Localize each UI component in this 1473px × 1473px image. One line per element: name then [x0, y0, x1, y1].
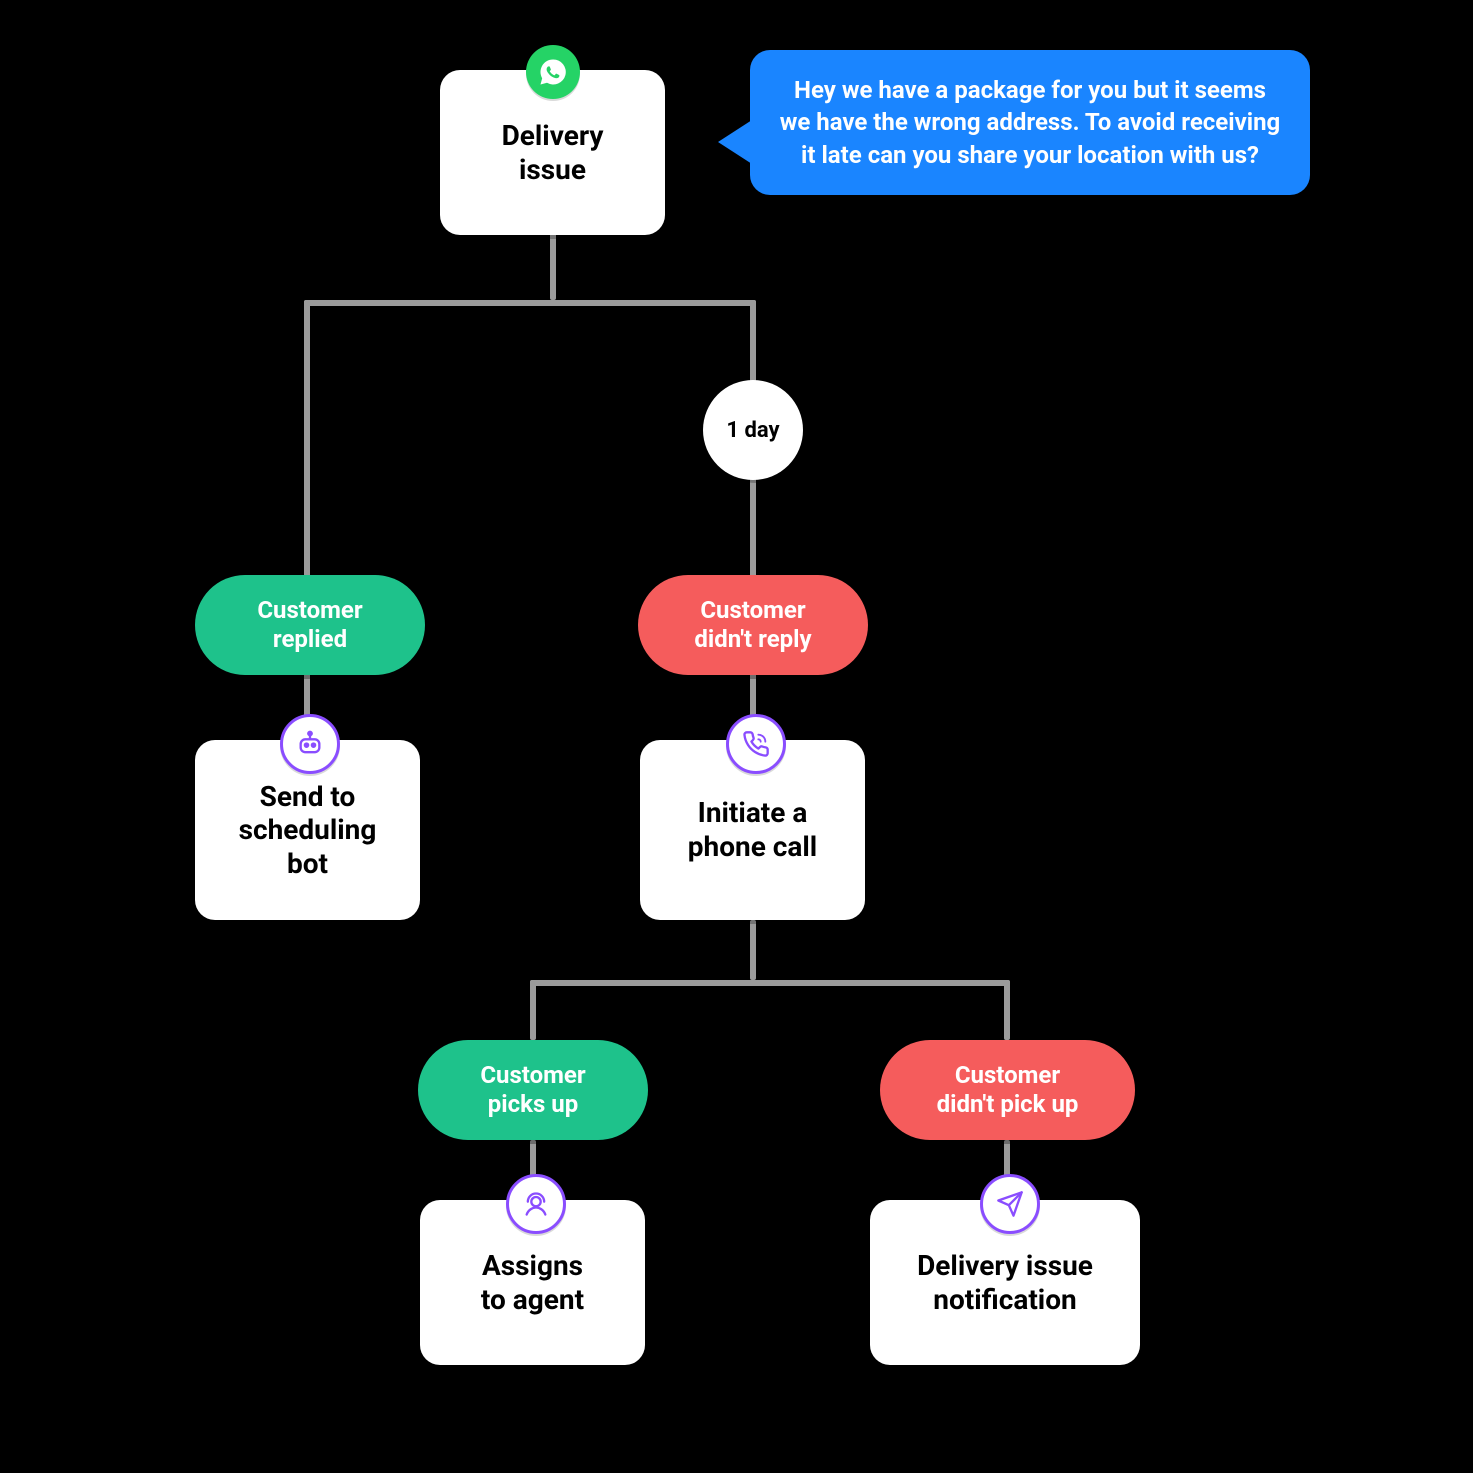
agent-icon: [506, 1174, 566, 1234]
connector: [550, 230, 556, 300]
send-icon: [980, 1174, 1040, 1234]
connector: [1004, 980, 1010, 1040]
wait-circle: 1 day: [703, 380, 803, 480]
decision-picks-up-label: Customerpicks up: [480, 1061, 585, 1119]
decision-picks-up: Customerpicks up: [418, 1040, 648, 1140]
whatsapp-icon: [526, 45, 580, 99]
decision-no-reply: Customerdidn't reply: [638, 575, 868, 675]
connector: [304, 300, 310, 580]
message-bubble: Hey we have a package for you but it see…: [750, 50, 1310, 195]
action-phone-call-label: Initiate aphone call: [688, 796, 817, 863]
connector: [750, 920, 756, 980]
wait-circle-label: 1 day: [726, 418, 779, 443]
connector: [530, 980, 1010, 986]
flow-diagram: Deliveryissue Hey we have a package for …: [0, 0, 1473, 1473]
bot-icon: [280, 714, 340, 774]
decision-replied: Customerreplied: [195, 575, 425, 675]
action-scheduling-bot-label: Send toschedulingbot: [239, 780, 377, 881]
phone-icon: [726, 714, 786, 774]
connector: [304, 300, 756, 306]
bubble-tail: [718, 120, 752, 164]
action-delivery-notification-label: Delivery issuenotification: [917, 1249, 1093, 1316]
connector: [530, 980, 536, 1040]
decision-replied-label: Customerreplied: [257, 596, 362, 654]
root-card-label: Deliveryissue: [502, 119, 604, 186]
action-assign-agent-label: Assignsto agent: [481, 1249, 584, 1316]
decision-no-pickup: Customerdidn't pick up: [880, 1040, 1135, 1140]
decision-no-pickup-label: Customerdidn't pick up: [937, 1061, 1079, 1119]
decision-no-reply-label: Customerdidn't reply: [694, 596, 811, 654]
message-bubble-text: Hey we have a package for you but it see…: [780, 76, 1281, 169]
